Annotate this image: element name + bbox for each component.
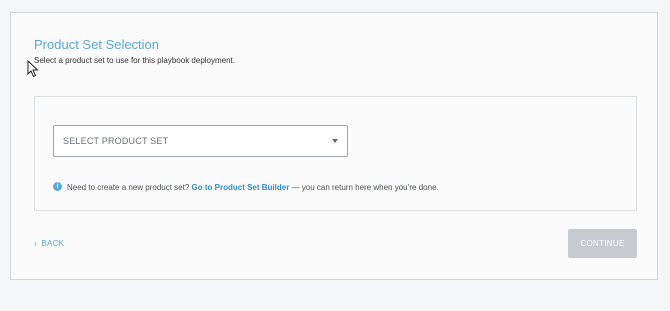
selection-panel: SELECT PRODUCT SET i Need to create a new… (34, 96, 637, 211)
product-set-builder-link[interactable]: Go to Product Set Builder (192, 183, 290, 192)
info-icon: i (53, 182, 62, 192)
dropdown-placeholder: SELECT PRODUCT SET (63, 136, 169, 146)
mouse-pointer-icon (27, 60, 39, 78)
info-prefix: Need to create a new product set? (67, 183, 190, 192)
page-title: Product Set Selection (34, 37, 160, 52)
product-set-dropdown[interactable]: SELECT PRODUCT SET (53, 125, 348, 157)
info-suffix: — you can return here when you’re done. (291, 183, 439, 192)
caret-down-icon (332, 139, 338, 143)
back-button[interactable]: ‹ BACK (34, 238, 64, 248)
back-label: BACK (41, 239, 65, 248)
page-subtitle: Select a product set to use for this pla… (34, 56, 236, 65)
product-set-selection-card: Product Set Selection Select a product s… (10, 12, 658, 280)
continue-button[interactable]: CONTINUE (568, 229, 637, 258)
chevron-left-icon: ‹ (34, 238, 38, 248)
info-message: i Need to create a new product set? Go to… (53, 182, 439, 192)
